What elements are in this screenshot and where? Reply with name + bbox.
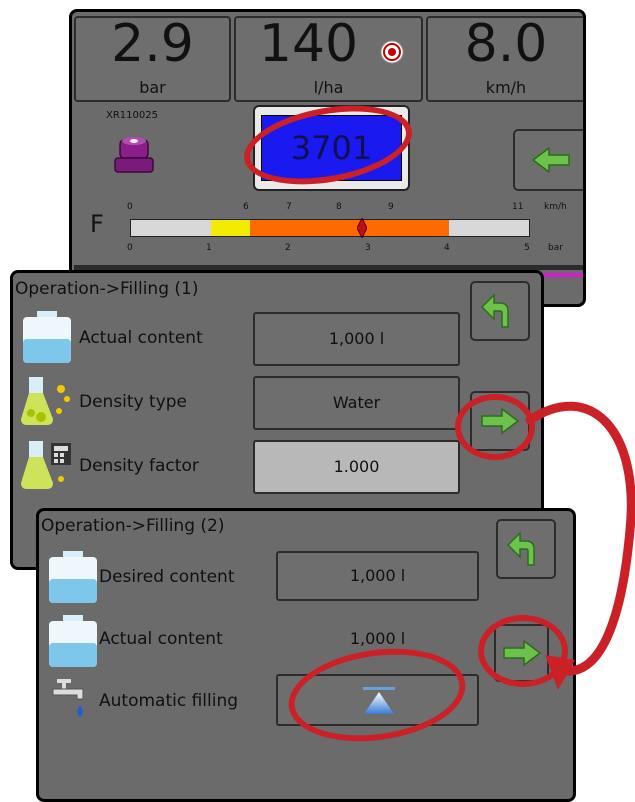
connector-arrow [525,401,635,690]
